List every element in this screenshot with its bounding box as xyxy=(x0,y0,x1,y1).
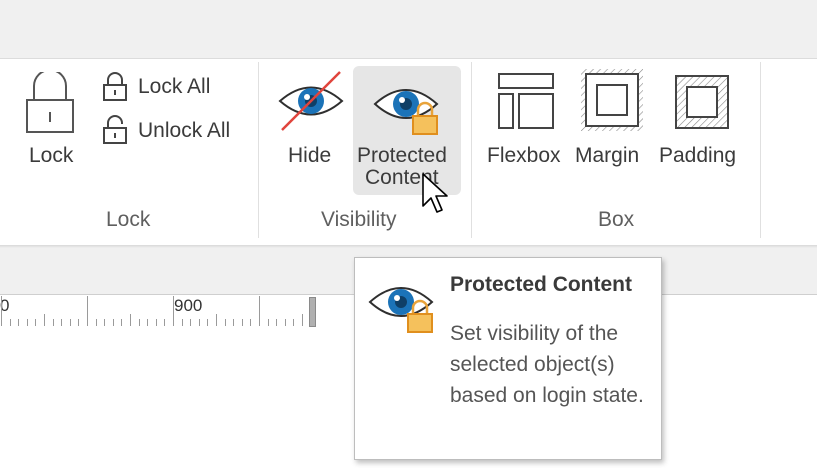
ruler-tick xyxy=(95,319,97,326)
ruler-tick xyxy=(35,319,37,326)
ruler-tick xyxy=(216,314,217,326)
unlock-all-label: Unlock All xyxy=(138,119,231,142)
tooltip-title: Protected Content xyxy=(450,273,633,296)
margin-label: Margin xyxy=(575,144,640,167)
ruler-tick xyxy=(1,296,2,326)
padding-icon xyxy=(675,75,729,129)
group-separator xyxy=(760,62,761,238)
ruler-label: 900 xyxy=(174,296,203,315)
ruler-tick xyxy=(198,319,200,326)
group-separator xyxy=(258,62,259,238)
flexbox-icon xyxy=(498,73,554,129)
ruler-tick xyxy=(267,319,269,326)
group-separator xyxy=(471,62,472,238)
tooltip-description: Set visibility of the selected object(s)… xyxy=(450,322,644,407)
lock-button-label: Lock xyxy=(29,144,74,167)
ruler-tick xyxy=(9,319,11,326)
ruler-tick xyxy=(181,319,183,326)
protected-label-line1: Protected xyxy=(357,144,447,167)
lock-all-label: Lock All xyxy=(138,75,211,98)
ruler-tick xyxy=(276,319,278,326)
ruler-tick xyxy=(26,319,28,326)
ruler-tick xyxy=(250,319,252,326)
margin-icon xyxy=(581,69,643,131)
ruler-tick xyxy=(138,319,140,326)
ruler-tick xyxy=(233,319,235,326)
unlock-small-icon xyxy=(103,115,127,144)
ruler-tick xyxy=(44,314,45,326)
ruler-tick xyxy=(112,319,114,326)
ruler-tick xyxy=(284,319,286,326)
ruler-tick xyxy=(302,314,303,326)
box-group-label: Box xyxy=(598,208,635,231)
eye-lock-icon xyxy=(373,89,439,135)
ruler-tick xyxy=(78,319,80,326)
ruler-tick xyxy=(155,319,157,326)
tooltip: Protected Content Set visibility of the … xyxy=(354,257,662,460)
hide-button-label: Hide xyxy=(288,144,332,167)
ruler-tick xyxy=(104,319,106,326)
ruler-marker[interactable] xyxy=(309,297,316,327)
ruler-tick xyxy=(190,319,192,326)
ruler-tick xyxy=(173,296,174,326)
ruler-tick xyxy=(52,319,54,326)
padding-label: Padding xyxy=(659,144,737,167)
ruler-tick xyxy=(259,296,260,326)
ruler-tick xyxy=(121,319,123,326)
title-bar-area xyxy=(0,0,817,59)
visibility-group-label: Visibility xyxy=(321,208,397,231)
padlock-small-icon xyxy=(103,72,127,101)
ruler-tick xyxy=(69,319,71,326)
ruler-tick xyxy=(164,319,166,326)
ruler-tick xyxy=(130,314,131,326)
eye-hidden-icon xyxy=(278,71,344,131)
lock-group-label: Lock xyxy=(106,208,151,231)
ruler-tick xyxy=(293,319,295,326)
ruler-tick xyxy=(61,319,63,326)
ruler-tick xyxy=(18,319,20,326)
padlock-large-icon xyxy=(26,72,74,133)
mouse-cursor-icon xyxy=(422,173,448,213)
flexbox-label: Flexbox xyxy=(487,144,561,167)
eye-lock-icon xyxy=(368,287,434,333)
ruler-tick xyxy=(147,319,149,326)
ruler-tick xyxy=(224,319,226,326)
ruler-tick xyxy=(87,296,88,326)
ruler-tick xyxy=(207,319,209,326)
ruler-tick xyxy=(241,319,243,326)
